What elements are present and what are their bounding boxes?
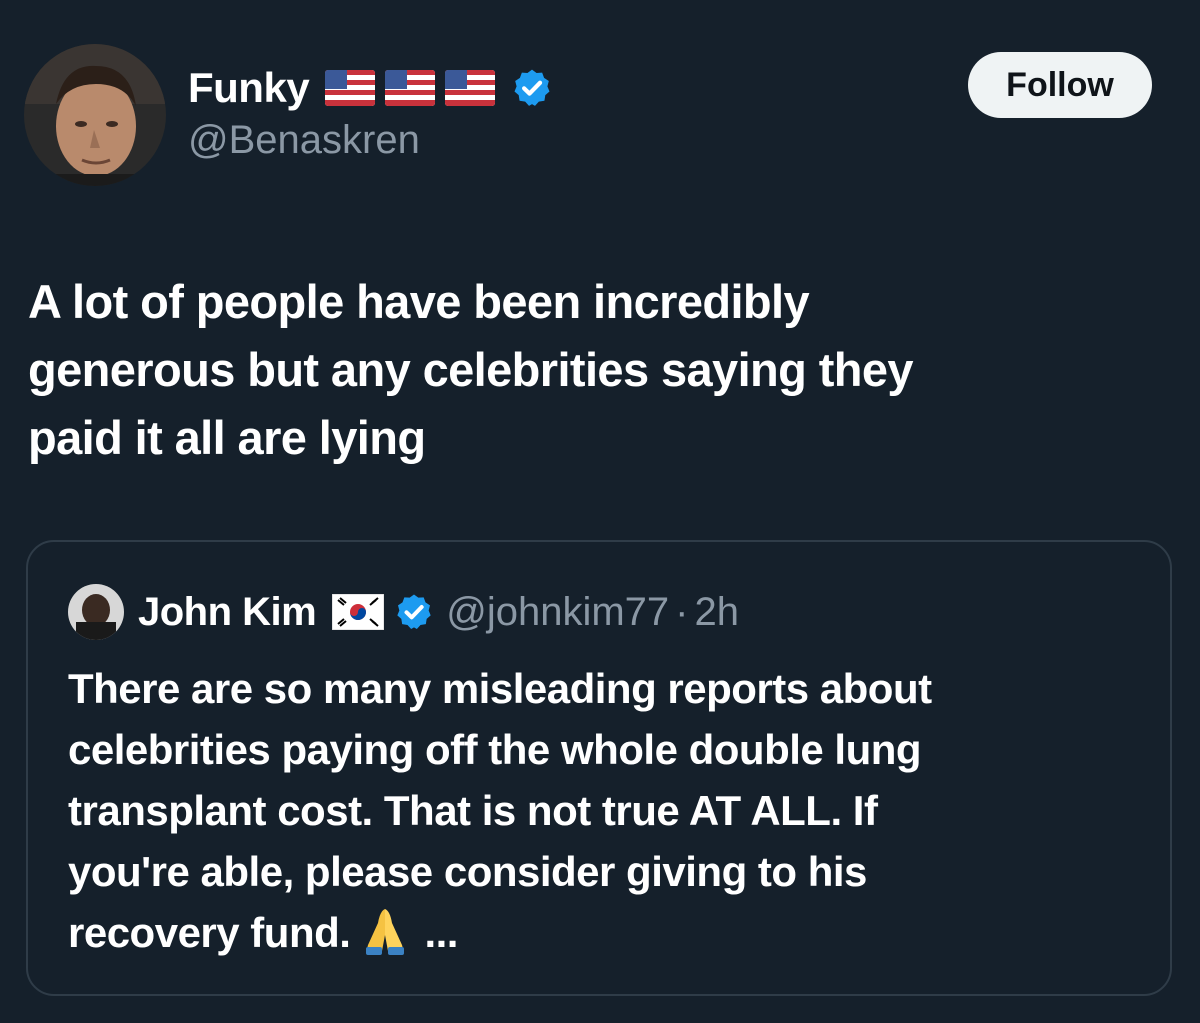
us-flag-icon — [445, 70, 496, 106]
quoted-author-handle: @johnkim77 — [446, 589, 670, 634]
us-flag-icon — [325, 70, 376, 106]
us-flag-icon — [385, 70, 436, 106]
quoted-tweet-card[interactable]: John Kim @johnkim77 · 2h There are so ma… — [26, 540, 1172, 996]
tweet-text-line: generous but any celebrities saying they — [28, 343, 914, 396]
quoted-tweet-text: There are so many misleading reports abo… — [68, 658, 1148, 963]
author-avatar-photo — [24, 44, 166, 186]
separator-dot: · — [675, 589, 689, 634]
author-handle[interactable]: @Benaskren — [188, 118, 420, 163]
author-avatar[interactable] — [24, 44, 166, 186]
quoted-tweet-header: John Kim @johnkim77 · 2h — [68, 584, 739, 640]
more-ellipsis: ... — [424, 909, 458, 956]
quoted-text-line: transplant cost. That is not true AT ALL… — [68, 787, 878, 834]
quoted-text-last-line: recovery fund. ... — [68, 902, 1148, 963]
tweet-text: A lot of people have been incredibly gen… — [28, 268, 1168, 472]
south-korea-flag-icon — [332, 594, 385, 630]
tweet-card: Funky @Benaskren Follow A lot of people … — [0, 0, 1200, 1023]
author-display-name[interactable]: Funky — [188, 64, 310, 112]
quoted-text-line: you're able, please consider giving to h… — [68, 848, 867, 895]
follow-button[interactable]: Follow — [968, 52, 1152, 118]
tweet-text-line: A lot of people have been incredibly — [28, 275, 810, 328]
quoted-tweet-time: 2h — [694, 589, 740, 634]
tweet-text-line: paid it all are lying — [28, 411, 426, 464]
verified-badge-icon[interactable] — [511, 67, 553, 109]
folded-hands-icon — [358, 905, 412, 955]
author-name-row: Funky — [188, 60, 553, 116]
quoted-verified-badge-icon — [394, 592, 434, 632]
quoted-text-line: There are so many misleading reports abo… — [68, 665, 932, 712]
quoted-author-name: John Kim — [138, 589, 317, 634]
quoted-text-line: recovery fund. — [68, 909, 351, 956]
quoted-author-avatar[interactable] — [68, 584, 124, 640]
quoted-text-line: celebrities paying off the whole double … — [68, 726, 922, 773]
